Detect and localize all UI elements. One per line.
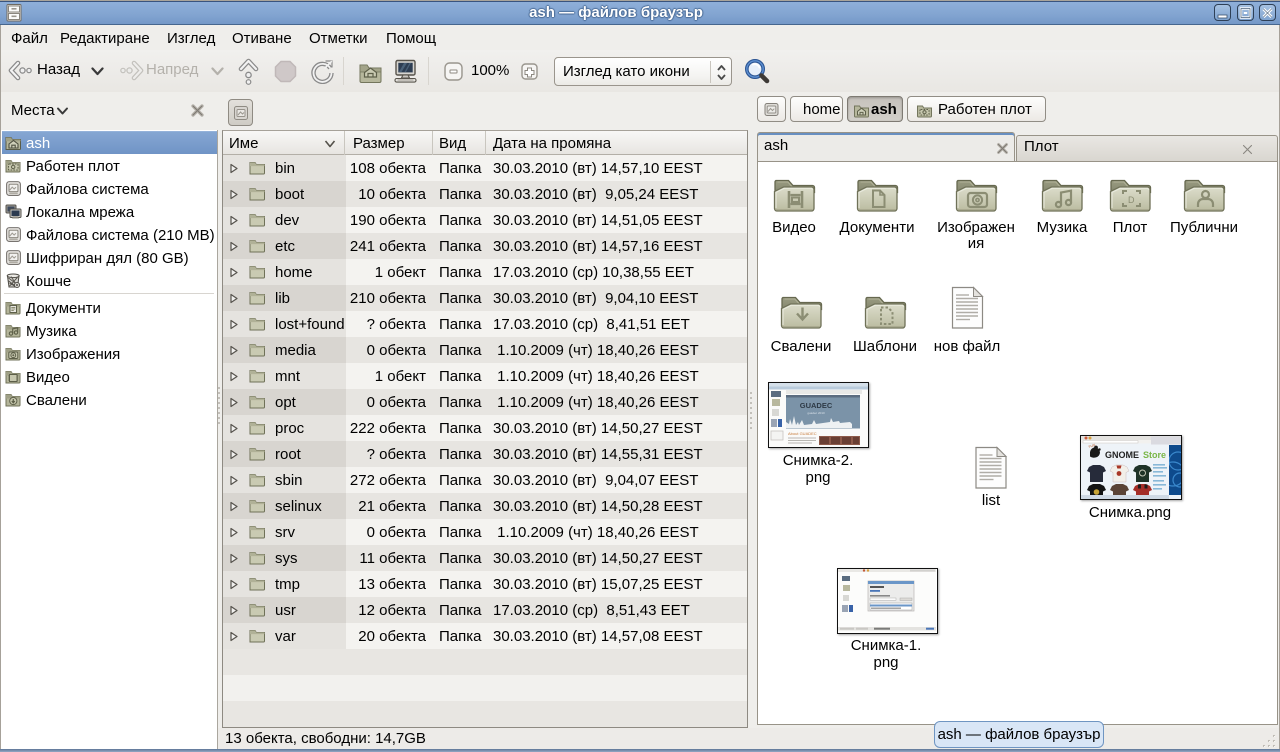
svg-text:About GUADEC: About GUADEC [788, 431, 817, 436]
svg-text:GUADEC: GUADEC [800, 401, 833, 410]
svg-text:D: D [1128, 195, 1135, 205]
svg-text:Store: Store [1143, 450, 1166, 460]
svg-text:GNOME: GNOME [1105, 450, 1139, 460]
svg-text:guadec 2010: guadec 2010 [807, 411, 825, 415]
